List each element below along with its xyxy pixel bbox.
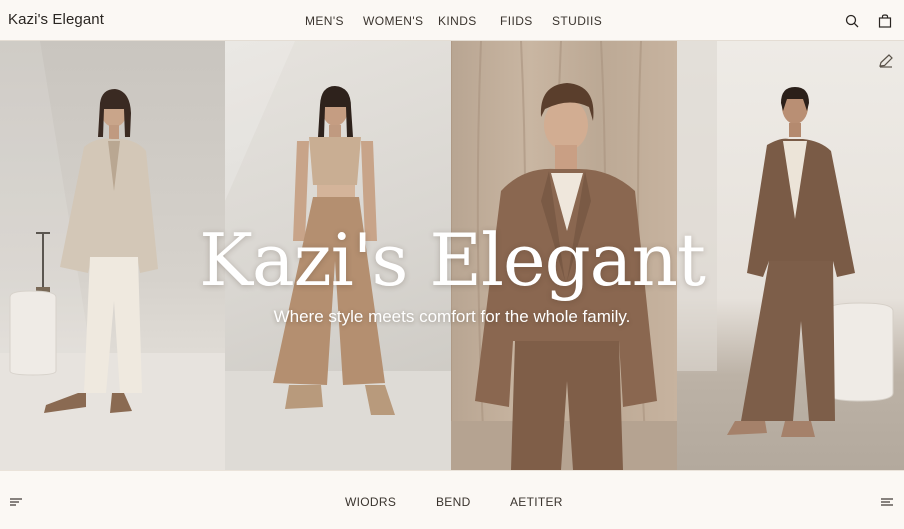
- edit-icon[interactable]: [878, 53, 896, 71]
- brand-logo[interactable]: Kazi's Elegant: [8, 11, 104, 28]
- filter-menu-icon[interactable]: [880, 495, 894, 507]
- nav-item-womens[interactable]: WOMEN'S: [363, 14, 423, 28]
- hero-subtitle: Where style meets comfort for the whole …: [273, 307, 631, 326]
- top-navigation-bar: Kazi's Elegant MEN'S WOMEN'S KINDS FIIDS…: [0, 0, 904, 41]
- nav-item-studiis[interactable]: STUDIIS: [552, 14, 602, 28]
- shopping-bag-icon[interactable]: [876, 12, 894, 30]
- menu-icon[interactable]: [9, 495, 23, 507]
- bottom-navigation-bar: WIODRS BEND AETITER: [0, 470, 904, 529]
- search-icon[interactable]: [843, 12, 861, 30]
- footer-link-bend[interactable]: BEND: [436, 495, 471, 509]
- hero-title: Kazi's Elegant: [199, 218, 706, 302]
- footer-link-wiodrs[interactable]: WIODRS: [345, 495, 396, 509]
- footer-link-aetiter[interactable]: AETITER: [510, 495, 563, 509]
- hero-banner: Kazi's Elegant Where style meets comfort…: [0, 41, 904, 470]
- nav-item-fiids[interactable]: FIIDS: [500, 14, 533, 28]
- nav-item-mens[interactable]: MEN'S: [305, 14, 344, 28]
- nav-item-kinds[interactable]: KINDS: [438, 14, 477, 28]
